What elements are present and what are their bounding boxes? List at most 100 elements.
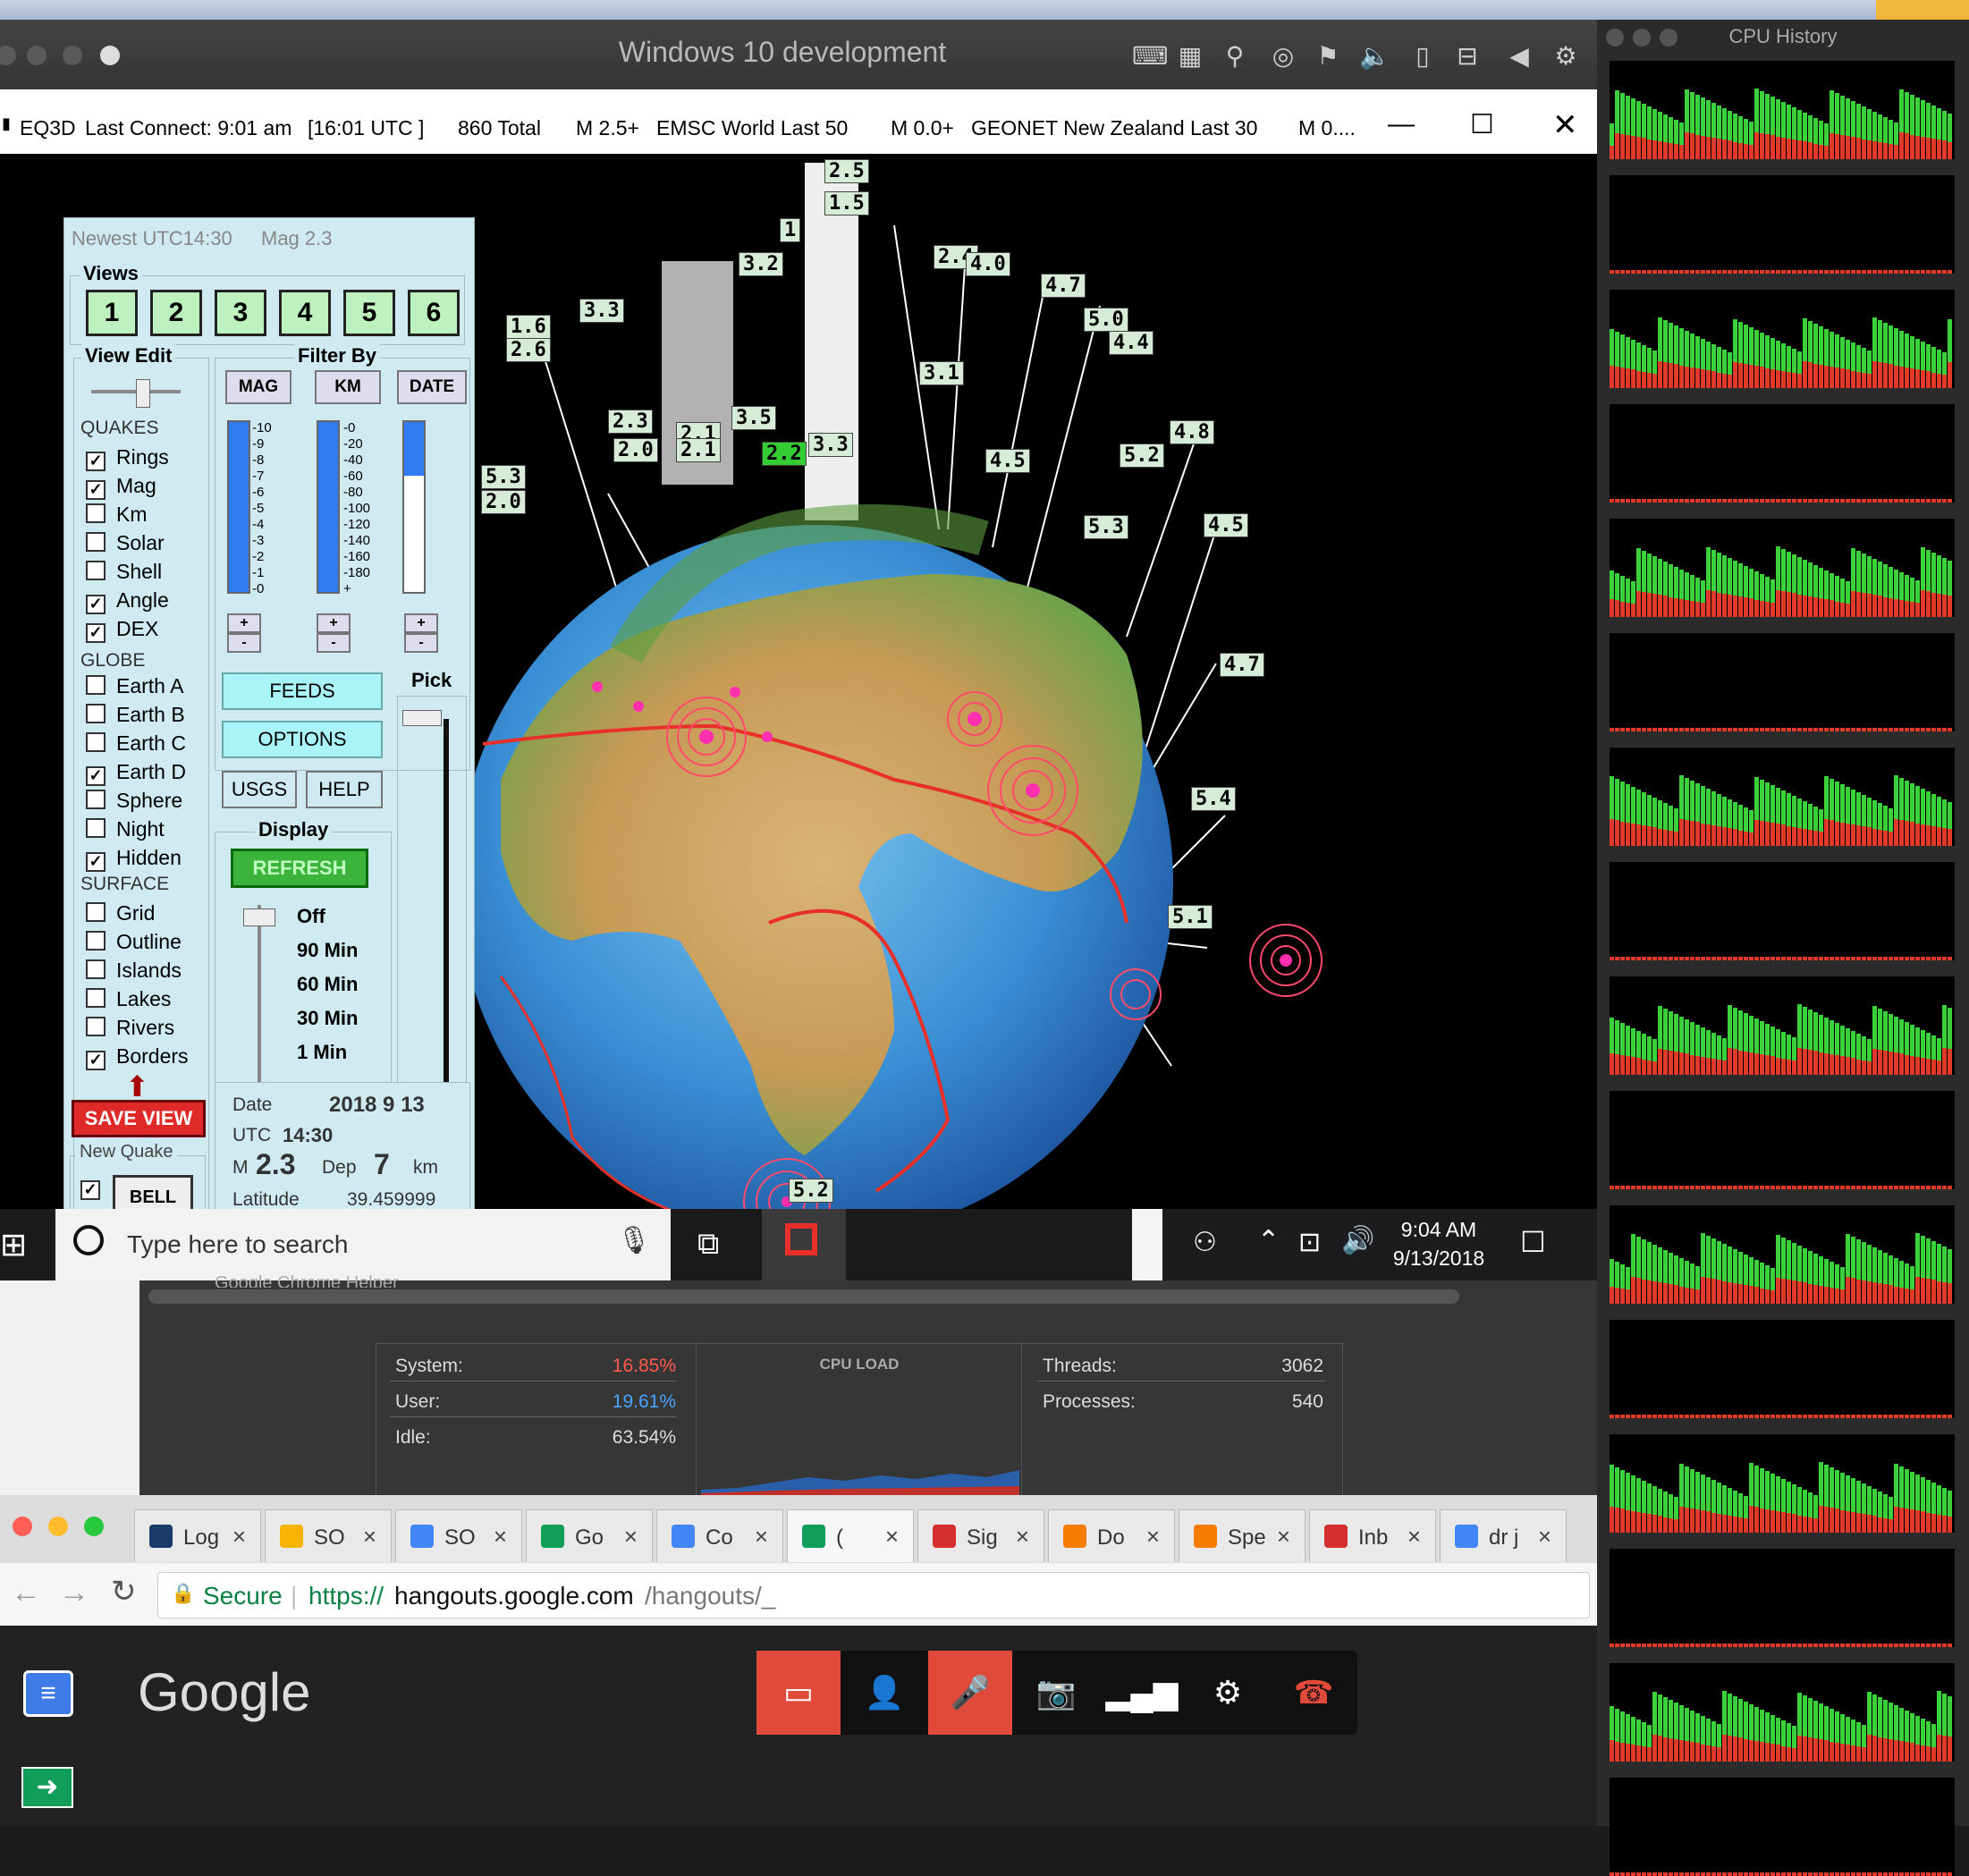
checkbox-grid[interactable]: Grid bbox=[86, 901, 155, 925]
checkbox-box[interactable] bbox=[86, 732, 106, 752]
quake-magnitude-label[interactable]: 3.1 bbox=[919, 361, 964, 385]
checkbox-earth-d[interactable]: ✓ Earth D bbox=[86, 760, 186, 786]
quake-magnitude-label[interactable]: 5.1 bbox=[1168, 905, 1213, 929]
share-screen-icon[interactable]: ➜ bbox=[21, 1767, 73, 1808]
checkbox-km[interactable]: Km bbox=[86, 503, 148, 527]
taskbar-time[interactable]: 9:04 AM bbox=[1381, 1218, 1497, 1242]
checkbox-rivers[interactable]: Rivers bbox=[86, 1016, 174, 1040]
microphone-icon[interactable]: 🎙 bbox=[617, 1225, 651, 1256]
checkbox-box[interactable] bbox=[86, 959, 106, 979]
checkbox-earth-c[interactable]: Earth C bbox=[86, 731, 186, 756]
mag-plus-button[interactable]: + bbox=[227, 613, 261, 633]
view-4-button[interactable]: 4 bbox=[279, 290, 331, 336]
checkbox-box[interactable] bbox=[86, 532, 106, 552]
checkbox-box[interactable] bbox=[86, 790, 106, 809]
help-button[interactable]: HELP bbox=[306, 771, 383, 808]
checkbox-dex[interactable]: ✓ DEX bbox=[86, 617, 158, 643]
tab-close-icon[interactable]: × bbox=[624, 1523, 638, 1551]
bell-button[interactable]: BELL bbox=[113, 1175, 193, 1213]
filter-mag-button[interactable]: MAG bbox=[225, 370, 292, 404]
back-arrow-icon[interactable]: ← bbox=[11, 1576, 41, 1610]
km-filter-slider[interactable] bbox=[317, 420, 340, 594]
gear-icon[interactable]: ⚙ bbox=[1552, 43, 1579, 70]
tab-close-icon[interactable]: × bbox=[1146, 1523, 1160, 1551]
checkbox-lakes[interactable]: Lakes bbox=[86, 987, 171, 1011]
maximize-icon[interactable]: ☐ bbox=[1470, 109, 1494, 140]
checkbox-box[interactable]: ✓ bbox=[86, 452, 106, 471]
end-call-button[interactable]: ☎ bbox=[1272, 1651, 1356, 1735]
display-option[interactable]: Off bbox=[297, 905, 325, 928]
checkbox-box[interactable] bbox=[86, 503, 106, 523]
new-quake-checkbox[interactable]: ✓ bbox=[80, 1180, 100, 1200]
checkbox-mag[interactable]: ✓ Mag bbox=[86, 474, 156, 500]
quake-magnitude-label[interactable]: 2.6 bbox=[506, 338, 551, 362]
url-field[interactable]: 🔒 Secure | https:// hangouts.google.com … bbox=[157, 1572, 1590, 1618]
device-icon[interactable]: ▯ bbox=[1409, 43, 1436, 70]
quake-magnitude-label[interactable]: 2.0 bbox=[481, 490, 526, 514]
quake-magnitude-label[interactable]: 4.7 bbox=[1220, 653, 1264, 677]
quake-magnitude-label[interactable]: 2.0 bbox=[613, 438, 658, 462]
filter-date-button[interactable]: DATE bbox=[397, 370, 467, 404]
checkbox-night[interactable]: Night bbox=[86, 817, 165, 841]
quake-magnitude-label[interactable]: 3.3 bbox=[579, 299, 624, 323]
settings-gear-icon[interactable]: ⚙ bbox=[1186, 1651, 1270, 1735]
sound-icon[interactable]: 🔈 bbox=[1359, 43, 1390, 70]
chrome-tab[interactable]: Go × bbox=[526, 1509, 653, 1562]
mag-minus-button[interactable]: - bbox=[227, 633, 261, 653]
chrome-tab[interactable]: SO × bbox=[265, 1509, 392, 1562]
folder-icon[interactable]: ⊟ bbox=[1454, 43, 1481, 70]
view-5-button[interactable]: 5 bbox=[343, 290, 395, 336]
signal-bars-icon[interactable]: ▂▄▆ bbox=[1100, 1651, 1184, 1735]
picture-in-picture-button[interactable]: ▭ bbox=[756, 1651, 841, 1735]
checkbox-earth-a[interactable]: Earth A bbox=[86, 674, 183, 698]
quake-magnitude-label[interactable]: 3.3 bbox=[808, 433, 853, 457]
mag-filter-slider[interactable] bbox=[227, 420, 250, 594]
chrome-tab[interactable]: (× bbox=[787, 1509, 914, 1562]
chrome-tab[interactable]: Log × bbox=[134, 1509, 261, 1562]
feeds-button[interactable]: FEEDS bbox=[222, 672, 383, 710]
tab-close-icon[interactable]: × bbox=[1016, 1523, 1029, 1551]
network-icon[interactable]: ⚑ bbox=[1314, 43, 1341, 70]
network-tray-icon[interactable]: ⊡ bbox=[1298, 1227, 1321, 1258]
chrome-tab[interactable]: Inb × bbox=[1309, 1509, 1436, 1562]
chrome-tab[interactable]: Spe × bbox=[1179, 1509, 1306, 1562]
back-icon[interactable]: ◀ bbox=[1506, 43, 1533, 70]
quake-magnitude-label[interactable]: 4.8 bbox=[1170, 420, 1214, 444]
taskbar-scroll[interactable] bbox=[1132, 1209, 1162, 1280]
checkbox-earth-b[interactable]: Earth B bbox=[86, 703, 185, 727]
mute-microphone-button[interactable]: 🎤 bbox=[928, 1651, 1012, 1735]
chrome-tab[interactable]: SO × bbox=[395, 1509, 522, 1562]
tab-close-icon[interactable]: × bbox=[885, 1523, 899, 1551]
quake-magnitude-label[interactable]: 3.2 bbox=[739, 252, 783, 276]
usb-icon[interactable]: ⚲ bbox=[1221, 43, 1248, 70]
checkbox-box[interactable]: ✓ bbox=[86, 1051, 106, 1070]
date-filter-slider[interactable] bbox=[402, 420, 426, 476]
checkbox-box[interactable] bbox=[86, 704, 106, 723]
quake-magnitude-label[interactable]: 1 bbox=[780, 218, 801, 242]
checkbox-hidden[interactable]: ✓ Hidden bbox=[86, 846, 182, 872]
quake-magnitude-label[interactable]: 3.5 bbox=[731, 406, 776, 430]
display-option[interactable]: 1 Min bbox=[297, 1041, 347, 1064]
view-2-button[interactable]: 2 bbox=[150, 290, 202, 336]
chevron-up-icon[interactable]: ⌃ bbox=[1257, 1225, 1280, 1256]
tab-close-icon[interactable]: × bbox=[494, 1523, 507, 1551]
pick-slider-thumb[interactable] bbox=[402, 710, 442, 726]
taskbar-date[interactable]: 9/13/2018 bbox=[1381, 1246, 1497, 1271]
eq3d-taskbar-button[interactable] bbox=[762, 1209, 846, 1284]
task-view-icon[interactable]: ⧉ bbox=[697, 1227, 719, 1262]
checkbox-box[interactable]: ✓ bbox=[86, 766, 106, 786]
checkbox-box[interactable] bbox=[86, 1017, 106, 1036]
save-view-button[interactable]: SAVE VIEW bbox=[72, 1100, 206, 1137]
quake-magnitude-label[interactable]: 5.0 bbox=[1084, 308, 1128, 332]
display-option[interactable]: 60 Min bbox=[297, 973, 358, 996]
action-center-icon[interactable]: ☐ bbox=[1520, 1225, 1546, 1259]
quake-magnitude-label[interactable]: 1.5 bbox=[824, 191, 869, 215]
options-button[interactable]: OPTIONS bbox=[222, 721, 383, 758]
tab-close-icon[interactable]: × bbox=[1277, 1523, 1290, 1551]
checkbox-box[interactable] bbox=[86, 902, 106, 922]
volume-icon[interactable]: 🔊 bbox=[1341, 1225, 1374, 1256]
display-option[interactable]: 90 Min bbox=[297, 939, 358, 962]
tab-close-icon[interactable]: × bbox=[363, 1523, 376, 1551]
people-icon[interactable]: ⚇ bbox=[1193, 1227, 1217, 1258]
cpu-icon[interactable]: ▦ bbox=[1177, 43, 1204, 70]
